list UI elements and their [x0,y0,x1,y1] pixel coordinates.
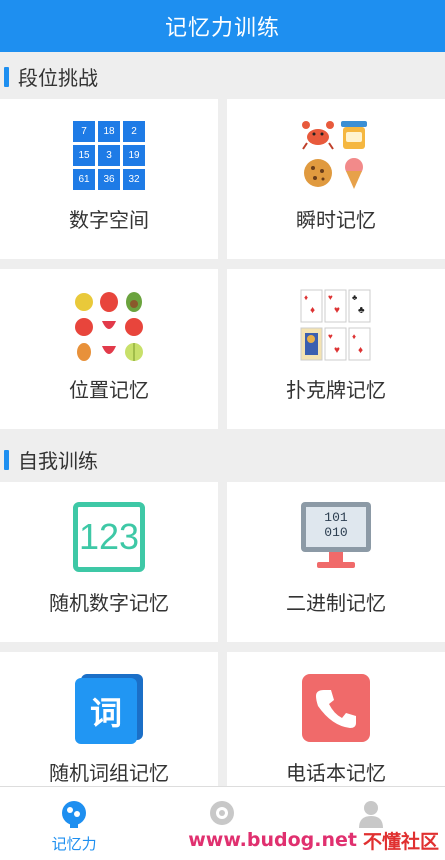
tile-label: 随机数字记忆 [49,591,169,615]
playing-cards-icon: ♦ ♦ ♥ ♥ ♣ ♣ ♥ ♥ ♦ ♦ [300,289,372,363]
watermark-url: www.budog.net [188,829,357,851]
tile-random-number-memory[interactable]: 123 随机数字记忆 [0,482,218,642]
watermark: www.budog.net 不懂社区 [188,826,439,854]
nav-item-memory[interactable]: 记忆力 [0,787,148,860]
svg-text:♦: ♦ [358,345,363,356]
number-grid-icon: 7 18 2 15 3 19 61 36 32 [73,121,145,190]
tile-number-space[interactable]: 7 18 2 15 3 19 61 36 32 数字空间 [0,99,218,259]
section-title-label: 段位挑战 [18,65,98,90]
food-items-icon [301,119,371,191]
section-title-label: 自我训练 [18,448,98,473]
tile-label: 随机词组记忆 [49,761,169,785]
word-book-icon: 词 [73,672,145,746]
svg-text:♣: ♣ [352,293,358,302]
nav-label: 记忆力 [51,835,97,853]
svg-text:♥: ♥ [328,332,333,341]
tile-label: 扑克牌记忆 [286,378,386,402]
tile-label: 位置记忆 [69,378,149,402]
svg-text:♥: ♥ [334,305,340,316]
svg-text:♦: ♦ [304,293,308,302]
section-accent-bar [4,450,9,470]
svg-text:♦: ♦ [352,332,356,341]
tile-label: 二进制记忆 [286,591,386,615]
svg-text:♥: ♥ [334,345,340,356]
phone-book-icon [300,672,372,744]
app-header: 记忆力训练 [0,0,445,52]
user-icon [358,801,383,828]
tile-label: 瞬时记忆 [296,208,376,232]
watermark-text: 不懂社区 [362,830,439,853]
tile-label: 电话本记忆 [286,761,386,785]
section-title-self-training: 自我训练 [0,436,445,482]
eye-icon [210,801,235,825]
fruit-grid-icon [72,291,146,363]
tile-position-memory[interactable]: 位置记忆 [0,269,218,429]
page-title: 记忆力训练 [164,16,280,41]
svg-text:♣: ♣ [358,305,365,316]
tile-label: 数字空间 [69,208,149,232]
svg-text:♦: ♦ [310,305,315,316]
digits-123-icon: 123 [73,502,145,572]
tile-instant-memory[interactable]: 瞬时记忆 [227,99,445,259]
tile-binary-memory[interactable]: 101 010 二进制记忆 [227,482,445,642]
section-title-challenge: 段位挑战 [0,53,445,99]
brain-icon [62,801,87,828]
binary-monitor-icon: 101 010 [299,500,373,574]
section-accent-bar [4,67,9,87]
tile-poker-memory[interactable]: ♦ ♦ ♥ ♥ ♣ ♣ ♥ ♥ ♦ ♦ 扑克牌记忆 [227,269,445,429]
svg-text:♥: ♥ [328,293,333,302]
